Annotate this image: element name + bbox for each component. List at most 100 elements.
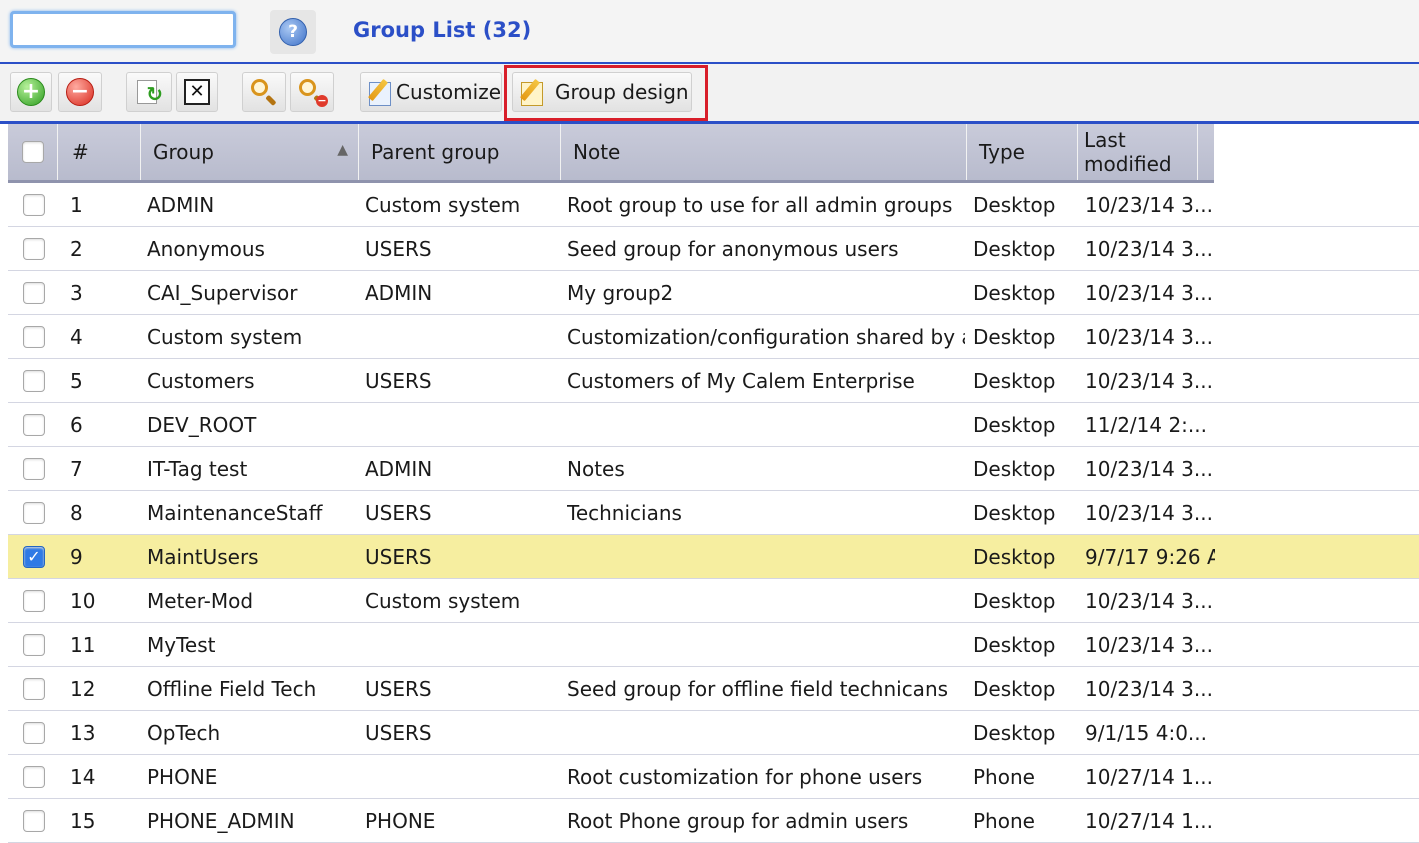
- row-parent-group: USERS: [365, 720, 432, 745]
- row-note: [567, 623, 965, 666]
- row-checkbox[interactable]: [23, 237, 45, 260]
- row-number: 14: [70, 764, 96, 789]
- row-number: 9: [70, 544, 83, 569]
- help-button[interactable]: ?: [270, 10, 316, 54]
- search-input[interactable]: [10, 11, 236, 48]
- edit-form-icon: [367, 78, 391, 106]
- row-checkbox[interactable]: [23, 281, 45, 304]
- row-note: Root group to use for all admin groups: [567, 192, 953, 217]
- row-note: Notes: [567, 456, 625, 481]
- row-last-modified: 10/23/14 3...: [1085, 588, 1213, 613]
- clear-button[interactable]: ✕: [176, 72, 218, 112]
- row-last-modified: 10/23/14 3...: [1085, 236, 1213, 261]
- row-type: Desktop: [973, 456, 1056, 481]
- row-note: [567, 535, 965, 578]
- row-number: 13: [70, 720, 96, 745]
- row-group: IT-Tag test: [147, 456, 248, 481]
- table-row[interactable]: 14 PHONE Root customization for phone user…: [8, 755, 1419, 799]
- table-row[interactable]: 1 ADMIN Custom system Root group to use for…: [8, 183, 1419, 227]
- row-checkbox[interactable]: [23, 721, 45, 744]
- row-group: Custom system: [147, 324, 303, 349]
- row-parent-group: USERS: [365, 544, 432, 569]
- customize-button[interactable]: Customize: [360, 72, 502, 112]
- help-icon: ?: [279, 18, 307, 46]
- header-group[interactable]: Group ▲: [141, 124, 359, 180]
- row-type: Desktop: [973, 544, 1056, 569]
- table-row[interactable]: 13 OpTech USERS Desktop 9/1/15 4:0...: [8, 711, 1419, 755]
- select-all-checkbox[interactable]: [21, 141, 44, 163]
- row-checkbox[interactable]: ✓: [23, 545, 45, 568]
- table-row[interactable]: 4 Custom system Customization/configuratio…: [8, 315, 1419, 359]
- row-checkbox[interactable]: [23, 369, 45, 392]
- delete-button[interactable]: −: [58, 72, 102, 112]
- clear-search-button[interactable]: −: [290, 72, 334, 112]
- customize-label: Customize: [396, 80, 501, 104]
- row-last-modified: 10/23/14 3...: [1085, 456, 1213, 481]
- row-checkbox[interactable]: [23, 501, 45, 524]
- search-button[interactable]: [242, 72, 286, 112]
- row-parent-group: [365, 315, 561, 358]
- row-note: Customers of My Calem Enterprise: [567, 368, 915, 393]
- row-select-cell: [23, 271, 53, 314]
- row-checkbox[interactable]: [23, 633, 45, 656]
- search-icon: [250, 78, 278, 107]
- row-select-cell: [23, 799, 53, 842]
- design-icon: [519, 78, 547, 106]
- row-note: [567, 579, 965, 622]
- select-all-cell: [8, 124, 58, 180]
- row-checkbox[interactable]: [23, 193, 45, 216]
- row-select-cell: [23, 227, 53, 270]
- row-checkbox[interactable]: [23, 677, 45, 700]
- group-design-label: Group design: [555, 80, 689, 104]
- row-number: 3: [70, 280, 83, 305]
- row-last-modified: 10/23/14 3...: [1085, 368, 1213, 393]
- row-number: 11: [70, 632, 96, 657]
- table-row[interactable]: 5 Customers USERS Customers of My Calem Ent…: [8, 359, 1419, 403]
- table-row[interactable]: 15 PHONE_ADMIN PHONE Root Phone group for a…: [8, 799, 1419, 843]
- row-checkbox[interactable]: [23, 325, 45, 348]
- table-row[interactable]: 3 CAI_Supervisor ADMIN My group2 Desktop 10/2…: [8, 271, 1419, 315]
- row-select-cell: [23, 667, 53, 710]
- row-checkbox[interactable]: [23, 809, 45, 832]
- header-number[interactable]: #: [58, 124, 141, 180]
- row-note: My group2: [567, 280, 674, 305]
- row-checkbox[interactable]: [23, 457, 45, 480]
- table-row[interactable]: 11 MyTest Desktop 10/23/14 3...: [8, 623, 1419, 667]
- row-group: Customers: [147, 368, 255, 393]
- table-row[interactable]: ✓ 9 MaintUsers USERS Desktop 9/7/17 9:26 A: [8, 535, 1419, 579]
- row-checkbox[interactable]: [23, 413, 45, 436]
- header-last-modified[interactable]: Last modified: [1078, 124, 1198, 180]
- table-row[interactable]: 7 IT-Tag test ADMIN Notes Desktop 10/23/14 3.…: [8, 447, 1419, 491]
- header-note[interactable]: Note: [561, 124, 967, 180]
- add-button[interactable]: +: [10, 72, 52, 112]
- row-type: Desktop: [973, 412, 1056, 437]
- row-parent-group: USERS: [365, 368, 432, 393]
- row-checkbox[interactable]: [23, 589, 45, 612]
- row-group: MaintenanceStaff: [147, 500, 323, 525]
- row-select-cell: [23, 447, 53, 490]
- row-group: OpTech: [147, 720, 221, 745]
- row-parent-group: [365, 755, 561, 798]
- refresh-button[interactable]: ↻: [126, 72, 172, 112]
- row-type: Desktop: [973, 676, 1056, 701]
- refresh-icon: ↻: [135, 78, 163, 106]
- row-type: Desktop: [973, 588, 1056, 613]
- table-row[interactable]: 6 DEV_ROOT Desktop 11/2/14 2:...: [8, 403, 1419, 447]
- row-group: DEV_ROOT: [147, 412, 257, 437]
- row-number: 7: [70, 456, 83, 481]
- row-parent-group: Custom system: [365, 588, 521, 613]
- row-note: Seed group for anonymous users: [567, 236, 899, 261]
- search-remove-icon: −: [298, 78, 328, 107]
- group-design-button[interactable]: Group design: [512, 72, 692, 112]
- row-checkbox[interactable]: [23, 765, 45, 788]
- table-row[interactable]: 10 Meter-Mod Custom system Desktop 10/23/14 …: [8, 579, 1419, 623]
- row-parent-group: PHONE: [365, 808, 436, 833]
- row-group: Offline Field Tech: [147, 676, 317, 701]
- header-type[interactable]: Type: [967, 124, 1078, 180]
- header-parent-group[interactable]: Parent group: [359, 124, 561, 180]
- table-row[interactable]: 8 MaintenanceStaff USERS Technicians Desktop…: [8, 491, 1419, 535]
- table-row[interactable]: 2 Anonymous USERS Seed group for anonymous …: [8, 227, 1419, 271]
- table-row[interactable]: 12 Offline Field Tech USERS Seed group for …: [8, 667, 1419, 711]
- row-select-cell: [23, 491, 53, 534]
- row-type: Desktop: [973, 192, 1056, 217]
